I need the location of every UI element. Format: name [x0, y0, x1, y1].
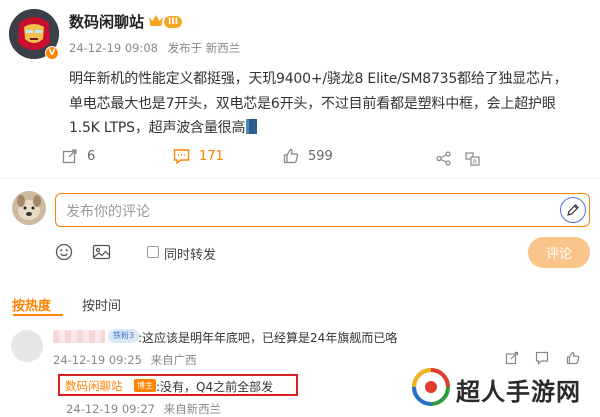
- comment-count: 171: [199, 148, 224, 164]
- watermark-logo-icon: [412, 368, 450, 406]
- emoji-icon[interactable]: [55, 243, 73, 261]
- submit-comment-button[interactable]: 评论: [528, 237, 590, 268]
- repost-icon: [62, 149, 77, 164]
- post-location: 发布于 新西兰: [167, 41, 241, 55]
- pen-icon: [567, 204, 579, 216]
- post-body: 明年新机的性能定义都挺强，天玑9400+/骁龙8 Elite/SM8735都给了…: [69, 67, 589, 141]
- comment-placeholder: 发布你的评论: [66, 204, 150, 220]
- reply-author-name[interactable]: 数码闲聊站: [65, 378, 123, 394]
- thumbs-up-icon: [283, 148, 299, 164]
- author-name[interactable]: 数码闲聊站: [69, 11, 144, 32]
- comment-meta: 24-12-19 09:25 来自广西: [53, 352, 202, 368]
- watermark: 超人手游网: [410, 366, 600, 410]
- level-badge: III: [164, 16, 183, 28]
- commenter-avatar[interactable]: [11, 330, 43, 362]
- translate-button[interactable]: A: [465, 151, 489, 166]
- share-button[interactable]: [436, 151, 460, 166]
- post-line: 明年新机的性能定义都挺强，天玑9400+/骁龙8 Elite/SM8735都给了…: [69, 71, 568, 87]
- fan-badge: 铁粉3: [108, 329, 140, 343]
- reply-timestamp: 24-12-19 09:27: [66, 402, 155, 416]
- comment-timestamp: 24-12-19 09:25: [53, 353, 142, 367]
- pen-button[interactable]: [560, 197, 586, 223]
- verified-badge-icon: V: [45, 46, 59, 60]
- post-line: 单电芯最大也是7开头，双电芯是6开头，不过目前看都是塑料中框，会上超护眼: [69, 95, 556, 112]
- repost-checkbox[interactable]: [147, 246, 159, 258]
- tab-sort-hot[interactable]: 按热度: [12, 295, 51, 314]
- post-meta: 24-12-19 09:08 发布于 新西兰: [69, 40, 246, 56]
- action-bar: 6 171 599 A: [0, 148, 600, 174]
- repost-button[interactable]: 6: [62, 148, 95, 164]
- reply-text: :没有，Q4之前全部发: [156, 380, 274, 394]
- post-line: 1.5K LTPS，超声波含量很高: [69, 116, 589, 141]
- comment-button[interactable]: 171: [173, 148, 224, 164]
- repost-checkbox-label: 同时转发: [164, 248, 217, 263]
- translate-icon: A: [465, 152, 480, 166]
- divider: [0, 178, 600, 179]
- like-button[interactable]: 599: [283, 148, 333, 164]
- commenter-name-redacted[interactable]: [53, 330, 105, 343]
- current-user-avatar[interactable]: [12, 191, 46, 225]
- post-timestamp: 24-12-19 09:08: [69, 41, 158, 55]
- image-icon[interactable]: [92, 243, 111, 261]
- phone-emoji-icon: [246, 119, 258, 134]
- reply-meta: 24-12-19 09:27 来自新西兰: [66, 401, 226, 417]
- comment-like-icon[interactable]: [566, 351, 580, 365]
- comment-icon: [173, 149, 190, 164]
- like-count: 599: [308, 148, 333, 164]
- watermark-text: 超人手游网: [456, 378, 581, 406]
- comment-location: 来自广西: [150, 353, 197, 367]
- share-icon: [436, 151, 451, 166]
- author-reply-highlight: 数码闲聊站 博主 :没有，Q4之前全部发: [58, 374, 298, 396]
- active-tab-indicator: [13, 314, 63, 316]
- author-badge: 博主: [134, 379, 156, 392]
- comment-input[interactable]: 发布你的评论: [55, 193, 590, 227]
- reply-location: 来自新西兰: [163, 402, 222, 416]
- tab-sort-time[interactable]: 按时间: [82, 295, 121, 314]
- comment-text: :这应该是明年年底吧，已经算是24年旗舰而已咯: [138, 331, 398, 345]
- vip-crown-icon: [149, 15, 163, 26]
- post-line-text: 1.5K LTPS，超声波含量很高: [69, 120, 246, 136]
- comment-share-icon[interactable]: [505, 351, 519, 365]
- repost-count: 6: [87, 148, 96, 164]
- comment-reply-icon[interactable]: [535, 351, 549, 365]
